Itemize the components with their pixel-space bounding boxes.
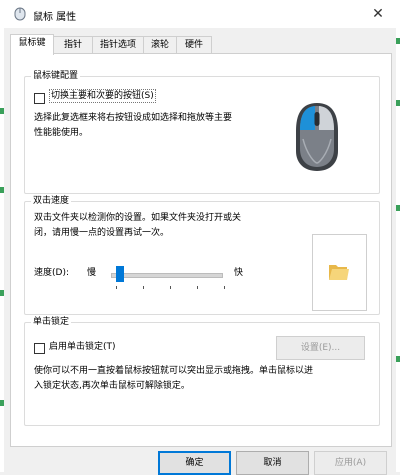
background-right-strip: [396, 0, 400, 472]
ok-button[interactable]: 确定: [158, 451, 231, 475]
speed-label: 速度(D):: [34, 268, 69, 278]
click-lock-group: 单击锁定 启用单击锁定(T) 设置(E)... 使你可以不用一直按着鼠标按钮就可…: [24, 316, 380, 426]
button-config-group: 鼠标键配置 切换主要和次要的按钮(S) 选择此复选框来将右按钮设成如选择和拖放等…: [24, 70, 380, 194]
speed-slider-thumb[interactable]: [115, 266, 124, 282]
slider-tick: [116, 286, 117, 289]
double-click-group: 双击速度 双击文件夹以检测你的设置。如果文件夹没打开或关 闭，请用慢一点的设置再…: [24, 195, 380, 315]
double-click-description-2: 闭，请用慢一点的设置再试一次。: [34, 228, 170, 238]
window-title: 鼠标 属性: [33, 12, 77, 23]
double-click-legend: 双击速度: [31, 195, 72, 207]
switch-buttons-checkbox[interactable]: [34, 93, 45, 104]
tab-panel: 鼠标键配置 切换主要和次要的按钮(S) 选择此复选框来将右按钮设成如选择和拖放等…: [10, 53, 392, 447]
close-icon[interactable]: ✕: [368, 4, 388, 24]
button-config-description-2: 性能能使用。: [34, 128, 89, 138]
background-accent-mark: [396, 38, 400, 44]
button-config-description: 选择此复选框来将右按钮设成如选择和拖放等主要: [34, 113, 233, 123]
test-folder-area[interactable]: [312, 234, 367, 311]
folder-icon[interactable]: [327, 260, 351, 284]
slider-tick: [197, 286, 198, 289]
slow-label: 慢: [87, 268, 97, 278]
click-lock-checkbox[interactable]: [34, 343, 45, 354]
title-bar[interactable]: 鼠标 属性 ✕: [4, 0, 396, 28]
click-lock-description-2: 入锁定状态,再次单击鼠标可解除锁定。: [34, 381, 190, 391]
tab-buttons[interactable]: 鼠标键: [10, 34, 54, 55]
click-lock-label[interactable]: 启用单击锁定(T): [49, 340, 116, 355]
click-lock-legend: 单击锁定: [31, 316, 72, 328]
tab-wheel[interactable]: 滚轮: [143, 36, 177, 54]
click-lock-settings-button[interactable]: 设置(E)...: [276, 336, 365, 360]
mouse-app-icon: [14, 7, 26, 21]
mouse-properties-dialog: 鼠标 属性 ✕ 鼠标键 指针 指针选项 滚轮 硬件 鼠标键配置 切换主要和次要的…: [4, 0, 396, 475]
switch-buttons-label[interactable]: 切换主要和次要的按钮(S): [49, 89, 156, 103]
tab-hardware[interactable]: 硬件: [176, 36, 212, 54]
fast-label: 快: [234, 268, 244, 278]
double-click-description: 双击文件夹以检测你的设置。如果文件夹没打开或关: [34, 213, 242, 223]
click-lock-description: 使你可以不用一直按着鼠标按钮就可以突出显示或拖拽。单击鼠标以进: [34, 366, 314, 376]
speed-slider-track[interactable]: [111, 273, 223, 278]
background-accent-mark: [396, 205, 400, 211]
button-config-legend: 鼠标键配置: [31, 70, 81, 82]
slider-tick: [224, 286, 225, 289]
mouse-illustration: [296, 103, 338, 171]
apply-button[interactable]: 应用(A): [314, 451, 387, 475]
background-accent-mark: [396, 356, 400, 362]
cancel-button[interactable]: 取消: [236, 451, 309, 475]
background-accent-mark: [396, 100, 400, 106]
slider-tick: [143, 286, 144, 289]
tab-pointer-options[interactable]: 指针选项: [92, 36, 144, 54]
slider-tick: [170, 286, 171, 289]
tab-pointers[interactable]: 指针: [53, 36, 93, 54]
